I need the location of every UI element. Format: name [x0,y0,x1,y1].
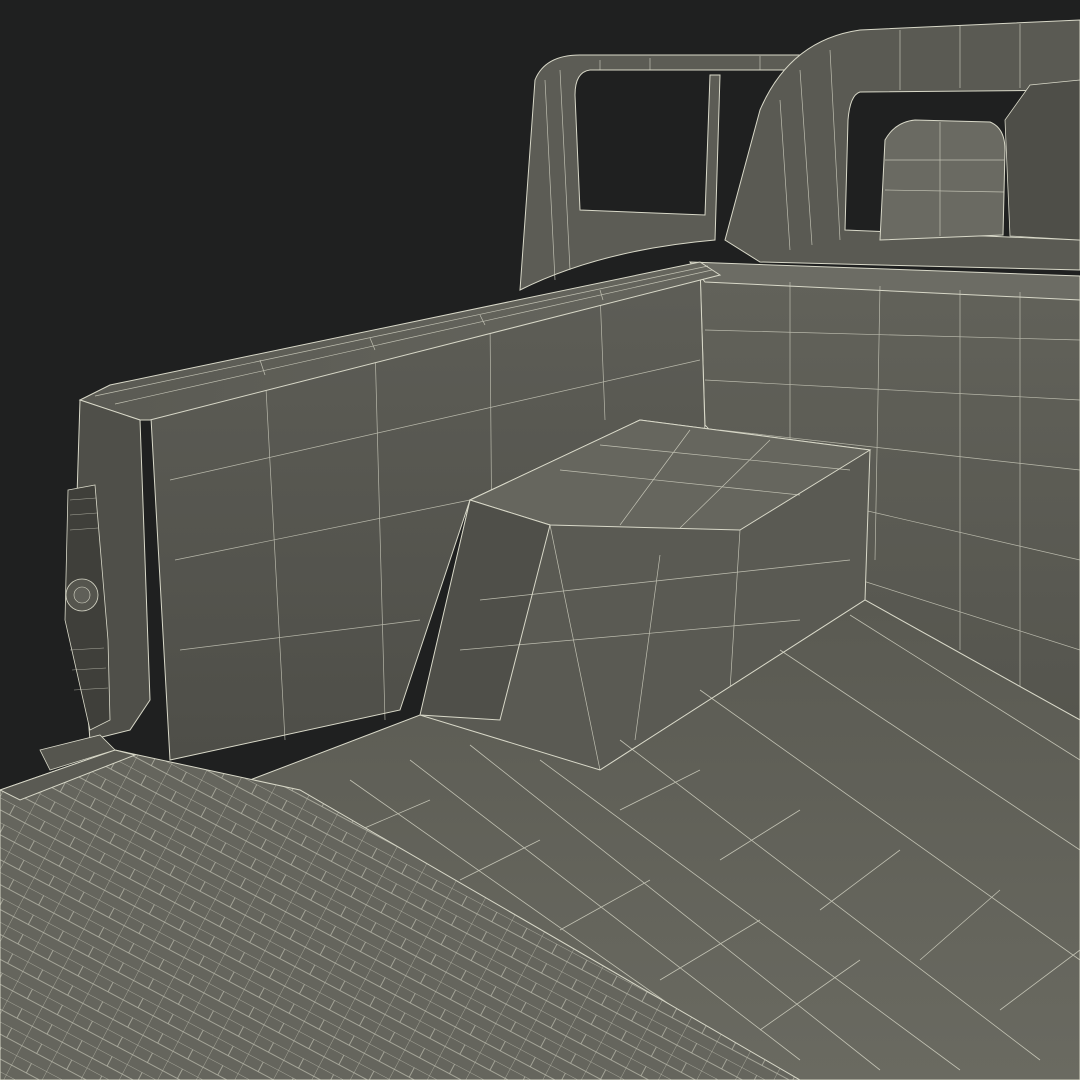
cab-frame [519,19,1080,291]
wireframe-render [0,19,1080,1080]
